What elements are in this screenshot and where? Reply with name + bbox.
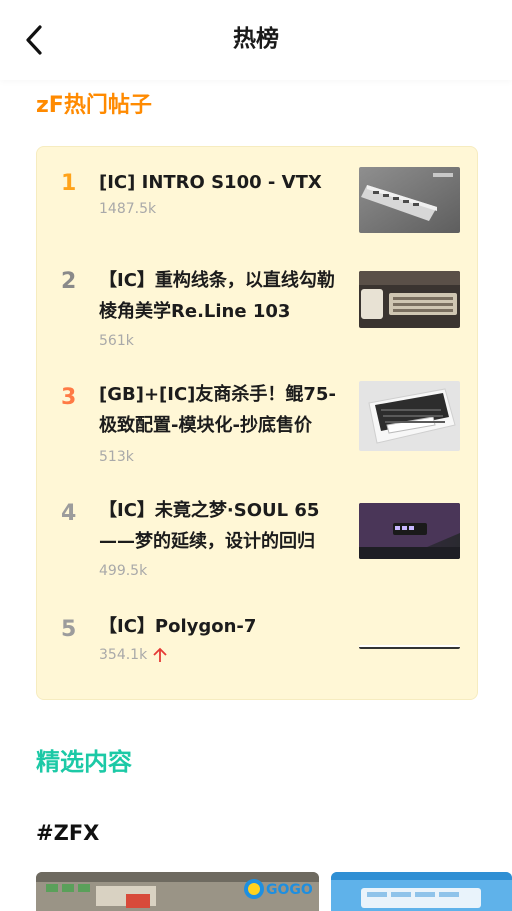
hot-post-item-3[interactable]: 3 [GB]+[IC]友商杀手！鲲75-极致配置-模块化-抄底售价 513k <box>37 377 479 477</box>
hot-count: 1487.5k <box>99 201 157 217</box>
post-thumbnail <box>359 645 460 649</box>
post-thumbnail <box>359 381 460 451</box>
hot-post-item-1[interactable]: 1 [IC] INTRO S100 - VTX 1487.5k <box>37 165 479 265</box>
hot-count: 561k <box>99 333 134 349</box>
featured-card-2[interactable] <box>331 872 512 911</box>
hot-count: 513k <box>99 449 134 465</box>
hot-posts-card: 1 [IC] INTRO S100 - VTX 1487.5k 2 【IC】重构… <box>36 146 478 700</box>
rank-number: 1 <box>61 171 77 196</box>
post-title: 【IC】未竟之梦·SOUL 65——梦的延续，设计的回归 <box>99 500 320 552</box>
featured-card-1[interactable]: GOGO <box>36 872 319 911</box>
hot-count: 354.1k <box>99 645 167 665</box>
hot-post-item-5[interactable]: 5 【IC】Polygon-7 354.1k <box>37 609 479 709</box>
post-title: [IC] INTRO S100 - VTX <box>99 172 322 193</box>
post-title: [GB]+[IC]友商杀手！鲲75-极致配置-模块化-抄底售价 <box>99 384 336 436</box>
post-thumbnail <box>359 271 460 328</box>
hot-post-item-2[interactable]: 2 【IC】重构线条，以直线勾勒棱角美学Re.Line 103 561k <box>37 261 479 361</box>
hot-count: 499.5k <box>99 563 148 579</box>
tile-watermark: GOGO <box>266 882 313 898</box>
rank-number: 5 <box>61 617 77 642</box>
post-thumbnail <box>359 503 460 559</box>
post-thumbnail <box>359 167 460 233</box>
post-title: 【IC】Polygon-7 <box>99 616 257 637</box>
rank-number: 3 <box>61 385 77 410</box>
top-bar: 热榜 <box>0 0 512 80</box>
hot-post-item-4[interactable]: 4 【IC】未竟之梦·SOUL 65——梦的延续，设计的回归 499.5k <box>37 493 479 593</box>
page-title: 热榜 <box>233 26 279 52</box>
rank-number: 2 <box>61 269 77 294</box>
featured-heading: 精选内容 <box>36 748 132 776</box>
topic-tag[interactable]: #ZFX <box>36 816 99 850</box>
arrow-up-icon <box>153 647 167 662</box>
rank-number: 4 <box>61 501 77 526</box>
hot-posts-heading: zF热门帖子 <box>36 93 152 118</box>
post-title: 【IC】重构线条，以直线勾勒棱角美学Re.Line 103 <box>99 270 335 322</box>
